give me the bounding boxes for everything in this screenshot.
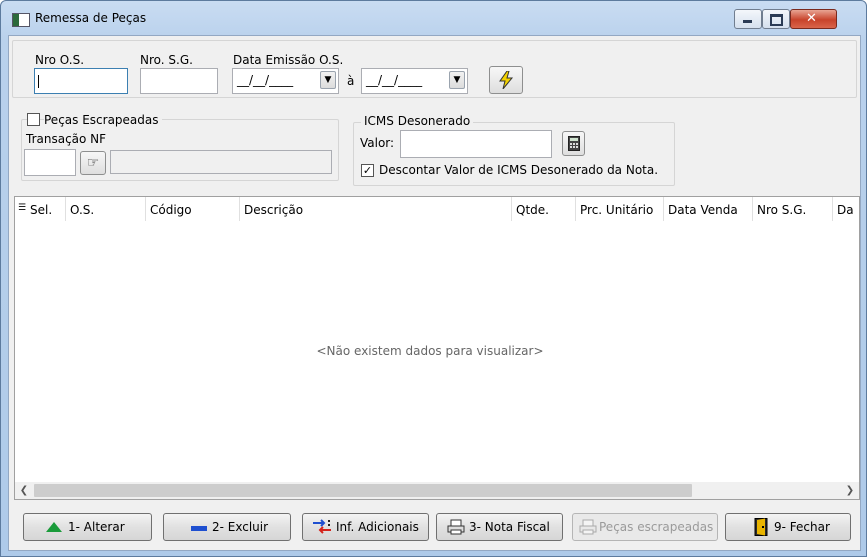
column-divider <box>663 197 664 221</box>
transacao-nf-label: Transação NF <box>26 132 107 146</box>
scroll-thumb[interactable] <box>34 484 692 497</box>
column-divider <box>575 197 576 221</box>
column-divider <box>511 197 512 221</box>
inf-adicionais-button[interactable]: Inf. Adicionais <box>302 513 429 541</box>
nota-fiscal-button[interactable]: 3- Nota Fiscal <box>436 513 563 541</box>
close-button[interactable]: ✕ <box>790 9 837 29</box>
date-to-picker[interactable]: __/__/____ ▼ <box>361 68 468 94</box>
calculator-icon <box>567 136 580 151</box>
nota-fiscal-label: 3- Nota Fiscal <box>469 520 550 534</box>
lookup-button[interactable]: ☞ <box>80 151 106 175</box>
column-header[interactable]: Prc. Unitário <box>580 203 653 217</box>
app-icon <box>12 13 30 27</box>
triangle-up-icon <box>46 522 62 532</box>
descontar-checkbox[interactable]: ✓ <box>361 164 374 177</box>
excluir-label: 2- Excluir <box>212 520 269 534</box>
column-header[interactable]: Sel. <box>30 203 52 217</box>
valor-label: Valor: <box>360 136 395 150</box>
printer-icon <box>447 519 465 535</box>
empty-message: <Não existem dados para visualizar> <box>316 344 544 358</box>
pecas-escrapeadas-button-label: Peças escrapeadas <box>599 520 714 534</box>
date-from-value: __/__/____ <box>237 73 294 87</box>
chevron-down-icon[interactable]: ▼ <box>449 71 465 89</box>
data-emissao-label: Data Emissão O.S. <box>233 53 344 67</box>
client-area: Nro O.S. Nro. S.G. Data Emissão O.S. __/… <box>8 35 861 551</box>
window-title: Remessa de Peças <box>35 11 147 25</box>
column-divider <box>65 197 66 221</box>
grid-header: ☰ Sel. O.S. Código Descrição Qtde. Prc. … <box>15 197 859 221</box>
fechar-button[interactable]: 9- Fechar <box>725 513 851 541</box>
nro-sg-input[interactable] <box>140 68 218 94</box>
text-caret <box>38 75 39 88</box>
lightning-icon <box>499 70 514 90</box>
horizontal-scrollbar[interactable]: ❮ ❯ <box>15 482 859 499</box>
close-icon: ✕ <box>806 11 817 26</box>
column-header[interactable]: Código <box>150 203 192 217</box>
column-header[interactable]: Da <box>837 203 854 217</box>
excluir-button[interactable]: 2- Excluir <box>163 513 291 541</box>
pecas-escrapeadas-button[interactable]: Peças escrapeadas <box>572 513 718 541</box>
minimize-button[interactable] <box>734 9 762 29</box>
pecas-escrapeadas-checkbox[interactable] <box>27 113 40 126</box>
calculator-button[interactable] <box>562 131 585 156</box>
column-header[interactable]: Qtde. <box>516 203 549 217</box>
transfer-arrows-icon <box>313 519 331 534</box>
column-divider <box>239 197 240 221</box>
pecas-escrapeadas-label: Peças Escrapeadas <box>44 113 162 127</box>
icms-group-title: ICMS Desonerado <box>361 114 474 128</box>
exit-door-icon <box>754 518 768 536</box>
column-chooser-icon[interactable]: ☰ <box>18 204 26 213</box>
alterar-button[interactable]: 1- Alterar <box>23 513 152 541</box>
main-window: Remessa de Peças ✕ Nro O.S. Nro. S.G. Da… <box>0 0 867 557</box>
nro-sg-label: Nro. S.G. <box>140 53 193 67</box>
pointing-hand-icon: ☞ <box>86 155 100 171</box>
column-header[interactable]: Nro S.G. <box>757 203 806 217</box>
column-header[interactable]: Data Venda <box>668 203 738 217</box>
chevron-down-icon[interactable]: ▼ <box>320 71 336 89</box>
nro-os-label: Nro O.S. <box>35 53 85 67</box>
descontar-label: Descontar Valor de ICMS Desonerado da No… <box>379 163 659 177</box>
transacao-description-field <box>110 150 332 174</box>
column-header[interactable]: Descrição <box>244 203 303 217</box>
column-divider <box>752 197 753 221</box>
date-to-value: __/__/____ <box>366 73 423 87</box>
printer-icon <box>579 519 597 535</box>
data-grid[interactable]: ☰ Sel. O.S. Código Descrição Qtde. Prc. … <box>14 196 860 500</box>
column-divider <box>832 197 833 221</box>
date-from-picker[interactable]: __/__/____ ▼ <box>232 68 339 94</box>
date-separator: à <box>347 74 355 88</box>
column-divider <box>145 197 146 221</box>
minimize-icon <box>743 20 752 23</box>
alterar-label: 1- Alterar <box>68 520 125 534</box>
icms-valor-input[interactable] <box>400 130 552 158</box>
column-header[interactable]: O.S. <box>70 203 94 217</box>
maximize-icon <box>770 14 783 26</box>
title-bar: Remessa de Peças ✕ <box>1 1 866 35</box>
minus-icon <box>191 526 207 531</box>
scroll-left-arrow[interactable]: ❮ <box>17 483 31 498</box>
scroll-right-arrow[interactable]: ❯ <box>843 483 857 498</box>
inf-adicionais-label: Inf. Adicionais <box>336 520 419 534</box>
fechar-label: 9- Fechar <box>774 520 830 534</box>
nro-os-input[interactable] <box>34 68 128 94</box>
search-button[interactable] <box>489 66 523 94</box>
transacao-nf-input[interactable] <box>24 149 76 176</box>
maximize-button[interactable] <box>762 9 790 29</box>
